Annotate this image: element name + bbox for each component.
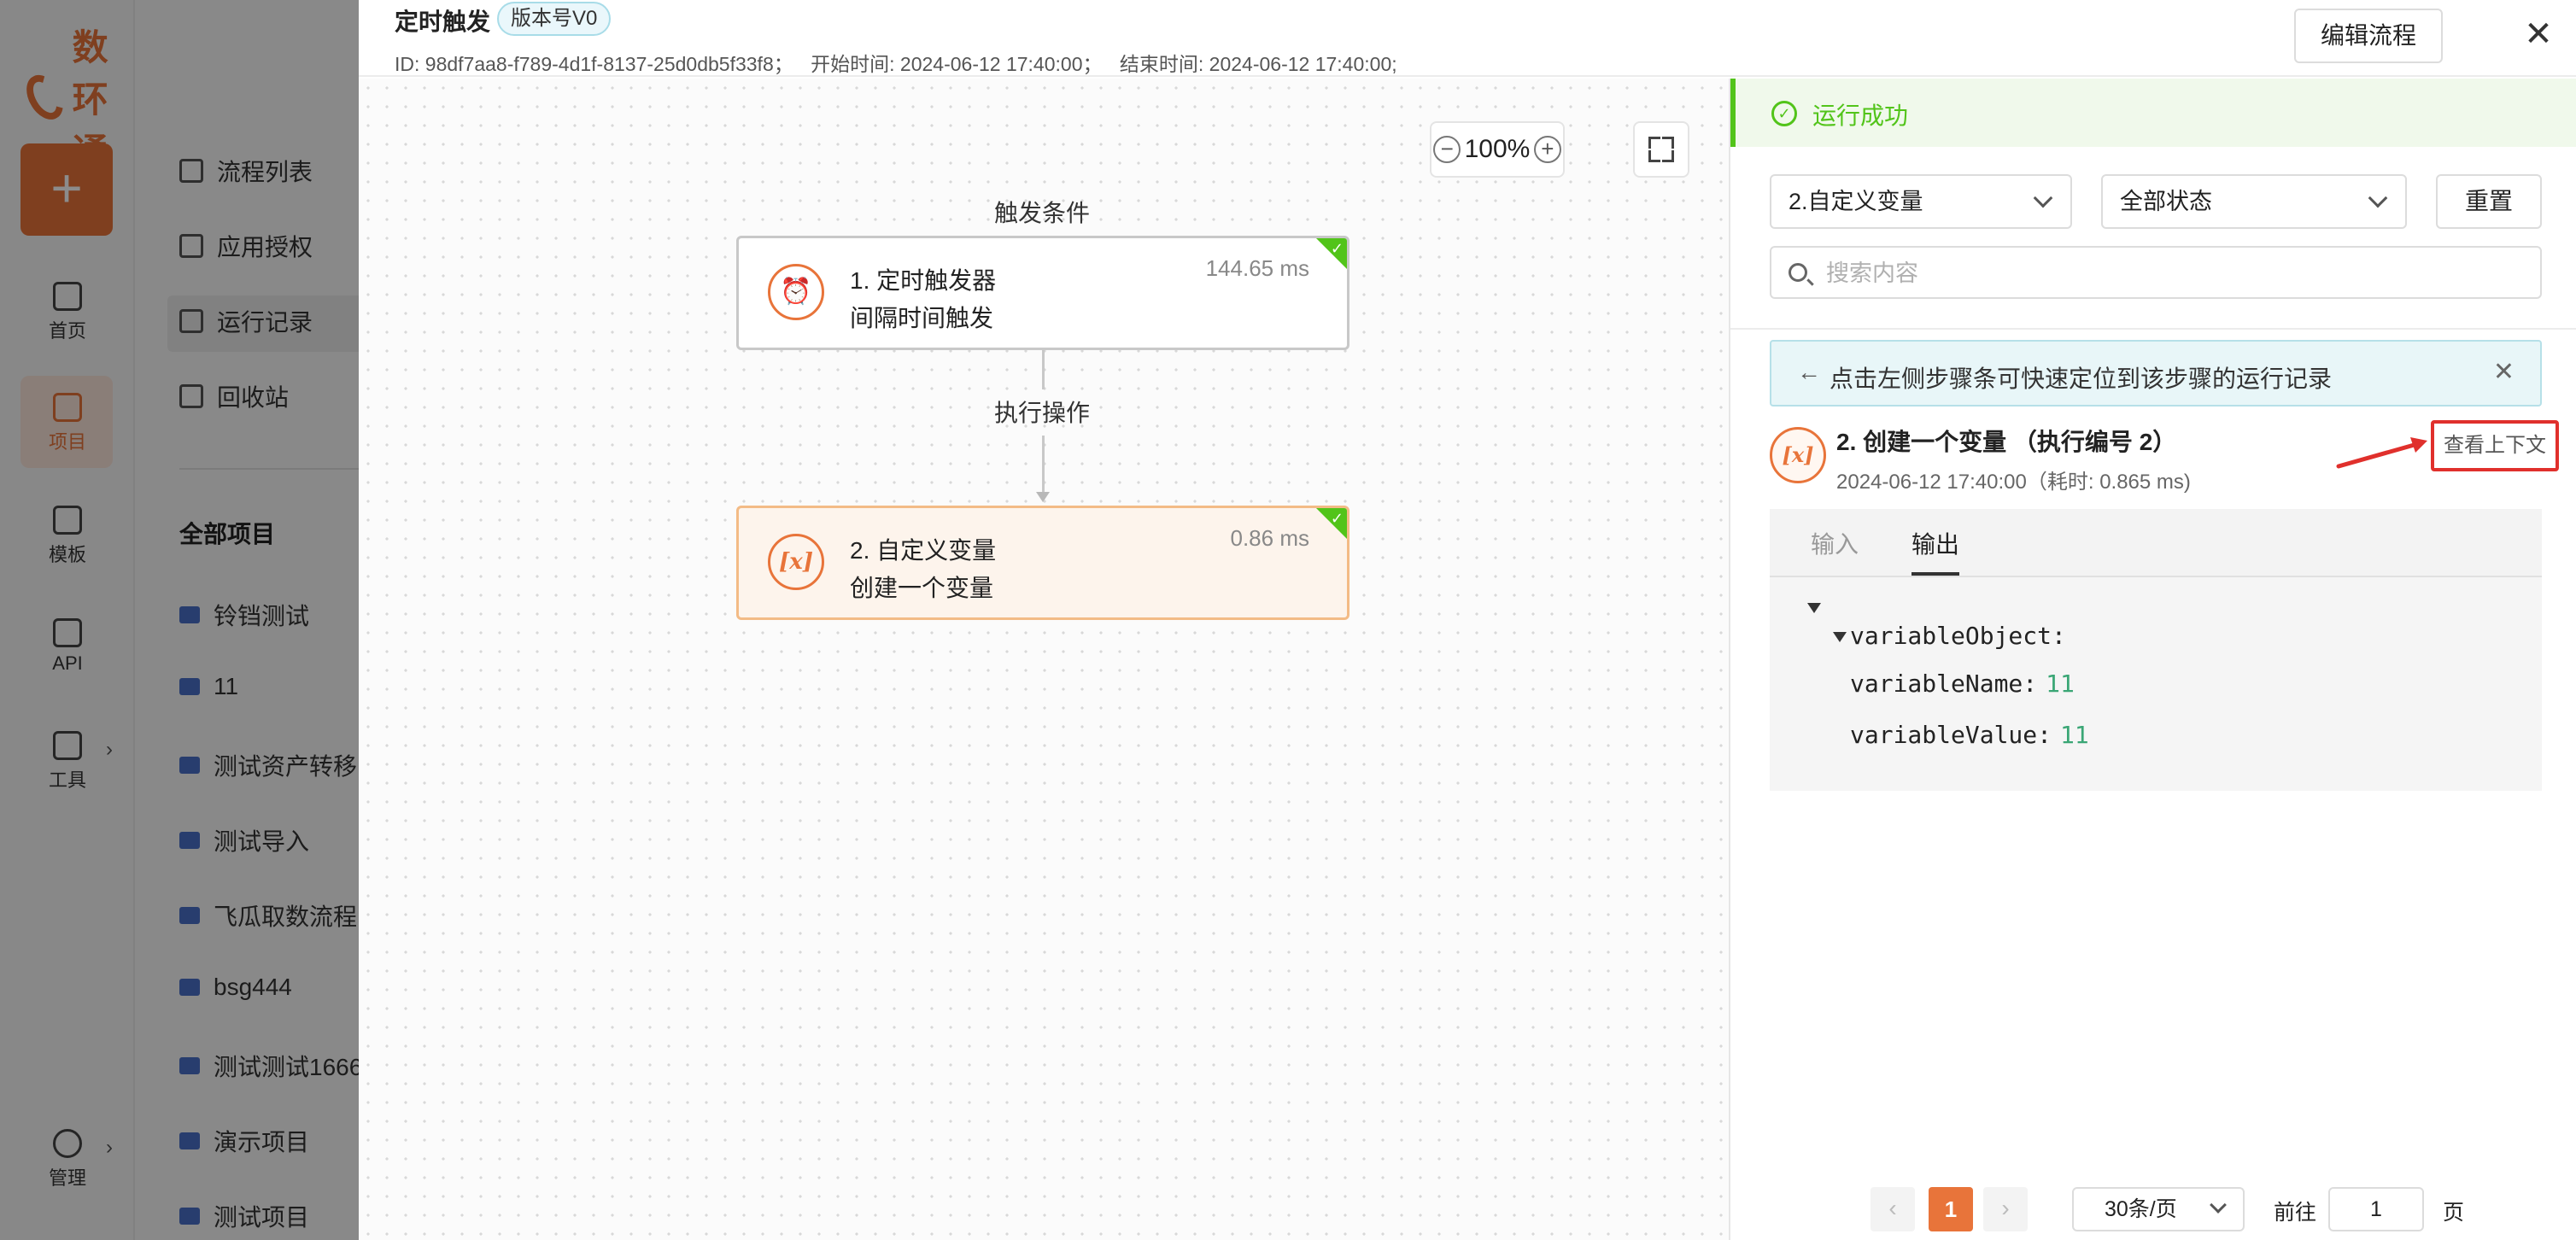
step-select-value: 2.自定义变量 (1789, 189, 1923, 214)
run-log-panel: ✓ 运行成功 2.自定义变量 全部状态 重置 ← 点击左侧步骤条可快速定位到该步… (1729, 79, 2576, 1240)
view-context-button[interactable]: 查看上下文 (2431, 420, 2559, 471)
node-subtitle: 创建一个变量 (850, 575, 994, 601)
step-timestamp: 2024-06-12 17:40:00（耗时: 0.865 ms) (1836, 471, 2191, 494)
json-key: variableName: (1850, 670, 2038, 698)
chevron-down-icon (2368, 188, 2388, 208)
zoom-control: − 100% + (1430, 121, 1565, 178)
run-meta: ID: 98df7aa8-f789-4d1f-8137-25d0db5f33f8… (395, 48, 1409, 77)
json-key: variableValue: (1850, 721, 2052, 749)
node-subtitle: 间隔时间触发 (850, 305, 994, 331)
node-title: 1. 定时触发器 (850, 267, 997, 294)
json-row: variableValue: 11 (1850, 721, 2089, 749)
search-icon (1789, 263, 1807, 282)
node-duration: 0.86 ms (1230, 525, 1310, 551)
zoom-in-button[interactable]: + (1533, 136, 1561, 163)
page-size-value: 30条/页 (2105, 1197, 2177, 1221)
flow-title: 定时触发 (395, 9, 491, 35)
page-suffix: 页 (2443, 1201, 2465, 1225)
flow-canvas[interactable]: − 100% + 触发条件 ⏰ 1. 定时触发器 间隔时间触发 144.65 m… (359, 79, 1729, 1240)
pagination: ‹ 1 › 30条/页 前往 1 页 (1730, 1180, 2576, 1240)
locate-tip: ← 点击左侧步骤条可快速定位到该步骤的运行记录 ✕ (1770, 340, 2542, 407)
json-value: 11 (2060, 721, 2089, 749)
json-row: variableName: 11 (1850, 670, 2075, 698)
goto-page-input[interactable]: 1 (2328, 1187, 2424, 1231)
status-select-value: 全部状态 (2120, 189, 2212, 214)
tip-text: 点击左侧步骤条可快速定位到该步骤的运行记录 (1830, 366, 2333, 392)
search-box (1770, 246, 2542, 299)
edit-flow-button[interactable]: 编辑流程 (2294, 9, 2443, 63)
arrow-left-icon: ← (1797, 359, 1821, 385)
zoom-out-button[interactable]: − (1433, 136, 1461, 163)
close-icon[interactable]: ✕ (2520, 15, 2557, 53)
run-status-text: 运行成功 (1812, 102, 1909, 129)
collapse-triangle-icon[interactable] (1807, 603, 1821, 613)
check-icon: ✓ (1330, 510, 1344, 527)
trigger-label: 触发条件 (993, 200, 1090, 226)
page-number-current[interactable]: 1 (1929, 1187, 1973, 1231)
step-select[interactable]: 2.自定义变量 (1770, 174, 2072, 229)
flow-connector (1042, 436, 1045, 492)
run-start-time: 开始时间: 2024-06-12 17:40:00； (811, 53, 1103, 75)
annotation-arrow-icon (2336, 437, 2427, 469)
alarm-clock-icon: ⏰ (768, 264, 824, 320)
node-duration: 144.65 ms (1205, 255, 1309, 281)
collapse-triangle-icon[interactable] (1833, 632, 1847, 642)
flow-connector (1042, 350, 1045, 389)
version-badge: 版本号V0 (497, 2, 612, 36)
prev-page-button[interactable]: ‹ (1871, 1187, 1915, 1231)
io-tabs: 输入 输出 (1770, 509, 2542, 577)
modal-overlay[interactable] (0, 0, 359, 1240)
drawer-header: 定时触发 版本号V0 ID: 98df7aa8-f789-4d1f-8137-2… (359, 0, 2576, 77)
active-tab-indicator (1912, 572, 1959, 576)
panel-divider (1730, 328, 2576, 330)
goto-label: 前往 (2274, 1201, 2317, 1225)
variable-icon: [x] (1770, 427, 1826, 483)
run-end-time: 结束时间: 2024-06-12 17:40:00; (1119, 53, 1397, 75)
json-value: 11 (2046, 670, 2075, 698)
zoom-level: 100% (1464, 135, 1531, 163)
flow-node-variable[interactable]: [x] 2. 自定义变量 创建一个变量 0.86 ms ✓ (736, 506, 1349, 620)
chevron-down-icon (2033, 188, 2053, 208)
reset-button[interactable]: 重置 (2436, 174, 2542, 229)
run-success-banner: ✓ 运行成功 (1730, 79, 2576, 147)
variable-icon: [x] (768, 534, 824, 590)
check-circle-icon: ✓ (1771, 101, 1797, 126)
fullscreen-icon[interactable] (1633, 121, 1689, 178)
run-detail-drawer: 定时触发 版本号V0 ID: 98df7aa8-f789-4d1f-8137-2… (359, 0, 2576, 1240)
check-icon: ✓ (1330, 240, 1344, 257)
page-size-select[interactable]: 30条/页 (2072, 1187, 2245, 1231)
step-title: 2. 创建一个变量 （执行编号 2） (1836, 429, 2177, 455)
status-select[interactable]: 全部状态 (2101, 174, 2407, 229)
search-input[interactable] (1826, 256, 2526, 290)
flow-node-trigger[interactable]: ⏰ 1. 定时触发器 间隔时间触发 144.65 ms ✓ (736, 236, 1349, 350)
arrow-down-icon (1036, 492, 1050, 502)
output-json-viewer: variableObject: variableName: 11 variable… (1770, 577, 2542, 791)
action-label: 执行操作 (993, 400, 1090, 426)
close-icon[interactable]: ✕ (2493, 357, 2515, 387)
node-title: 2. 自定义变量 (850, 537, 997, 564)
chevron-down-icon (2210, 1196, 2227, 1214)
tab-output[interactable]: 输出 (1912, 526, 1959, 560)
run-id: ID: 98df7aa8-f789-4d1f-8137-25d0db5f33f8… (395, 53, 793, 75)
json-key: variableObject: (1850, 622, 2066, 650)
next-page-button[interactable]: › (1983, 1187, 2028, 1231)
tab-input[interactable]: 输入 (1811, 526, 1859, 560)
